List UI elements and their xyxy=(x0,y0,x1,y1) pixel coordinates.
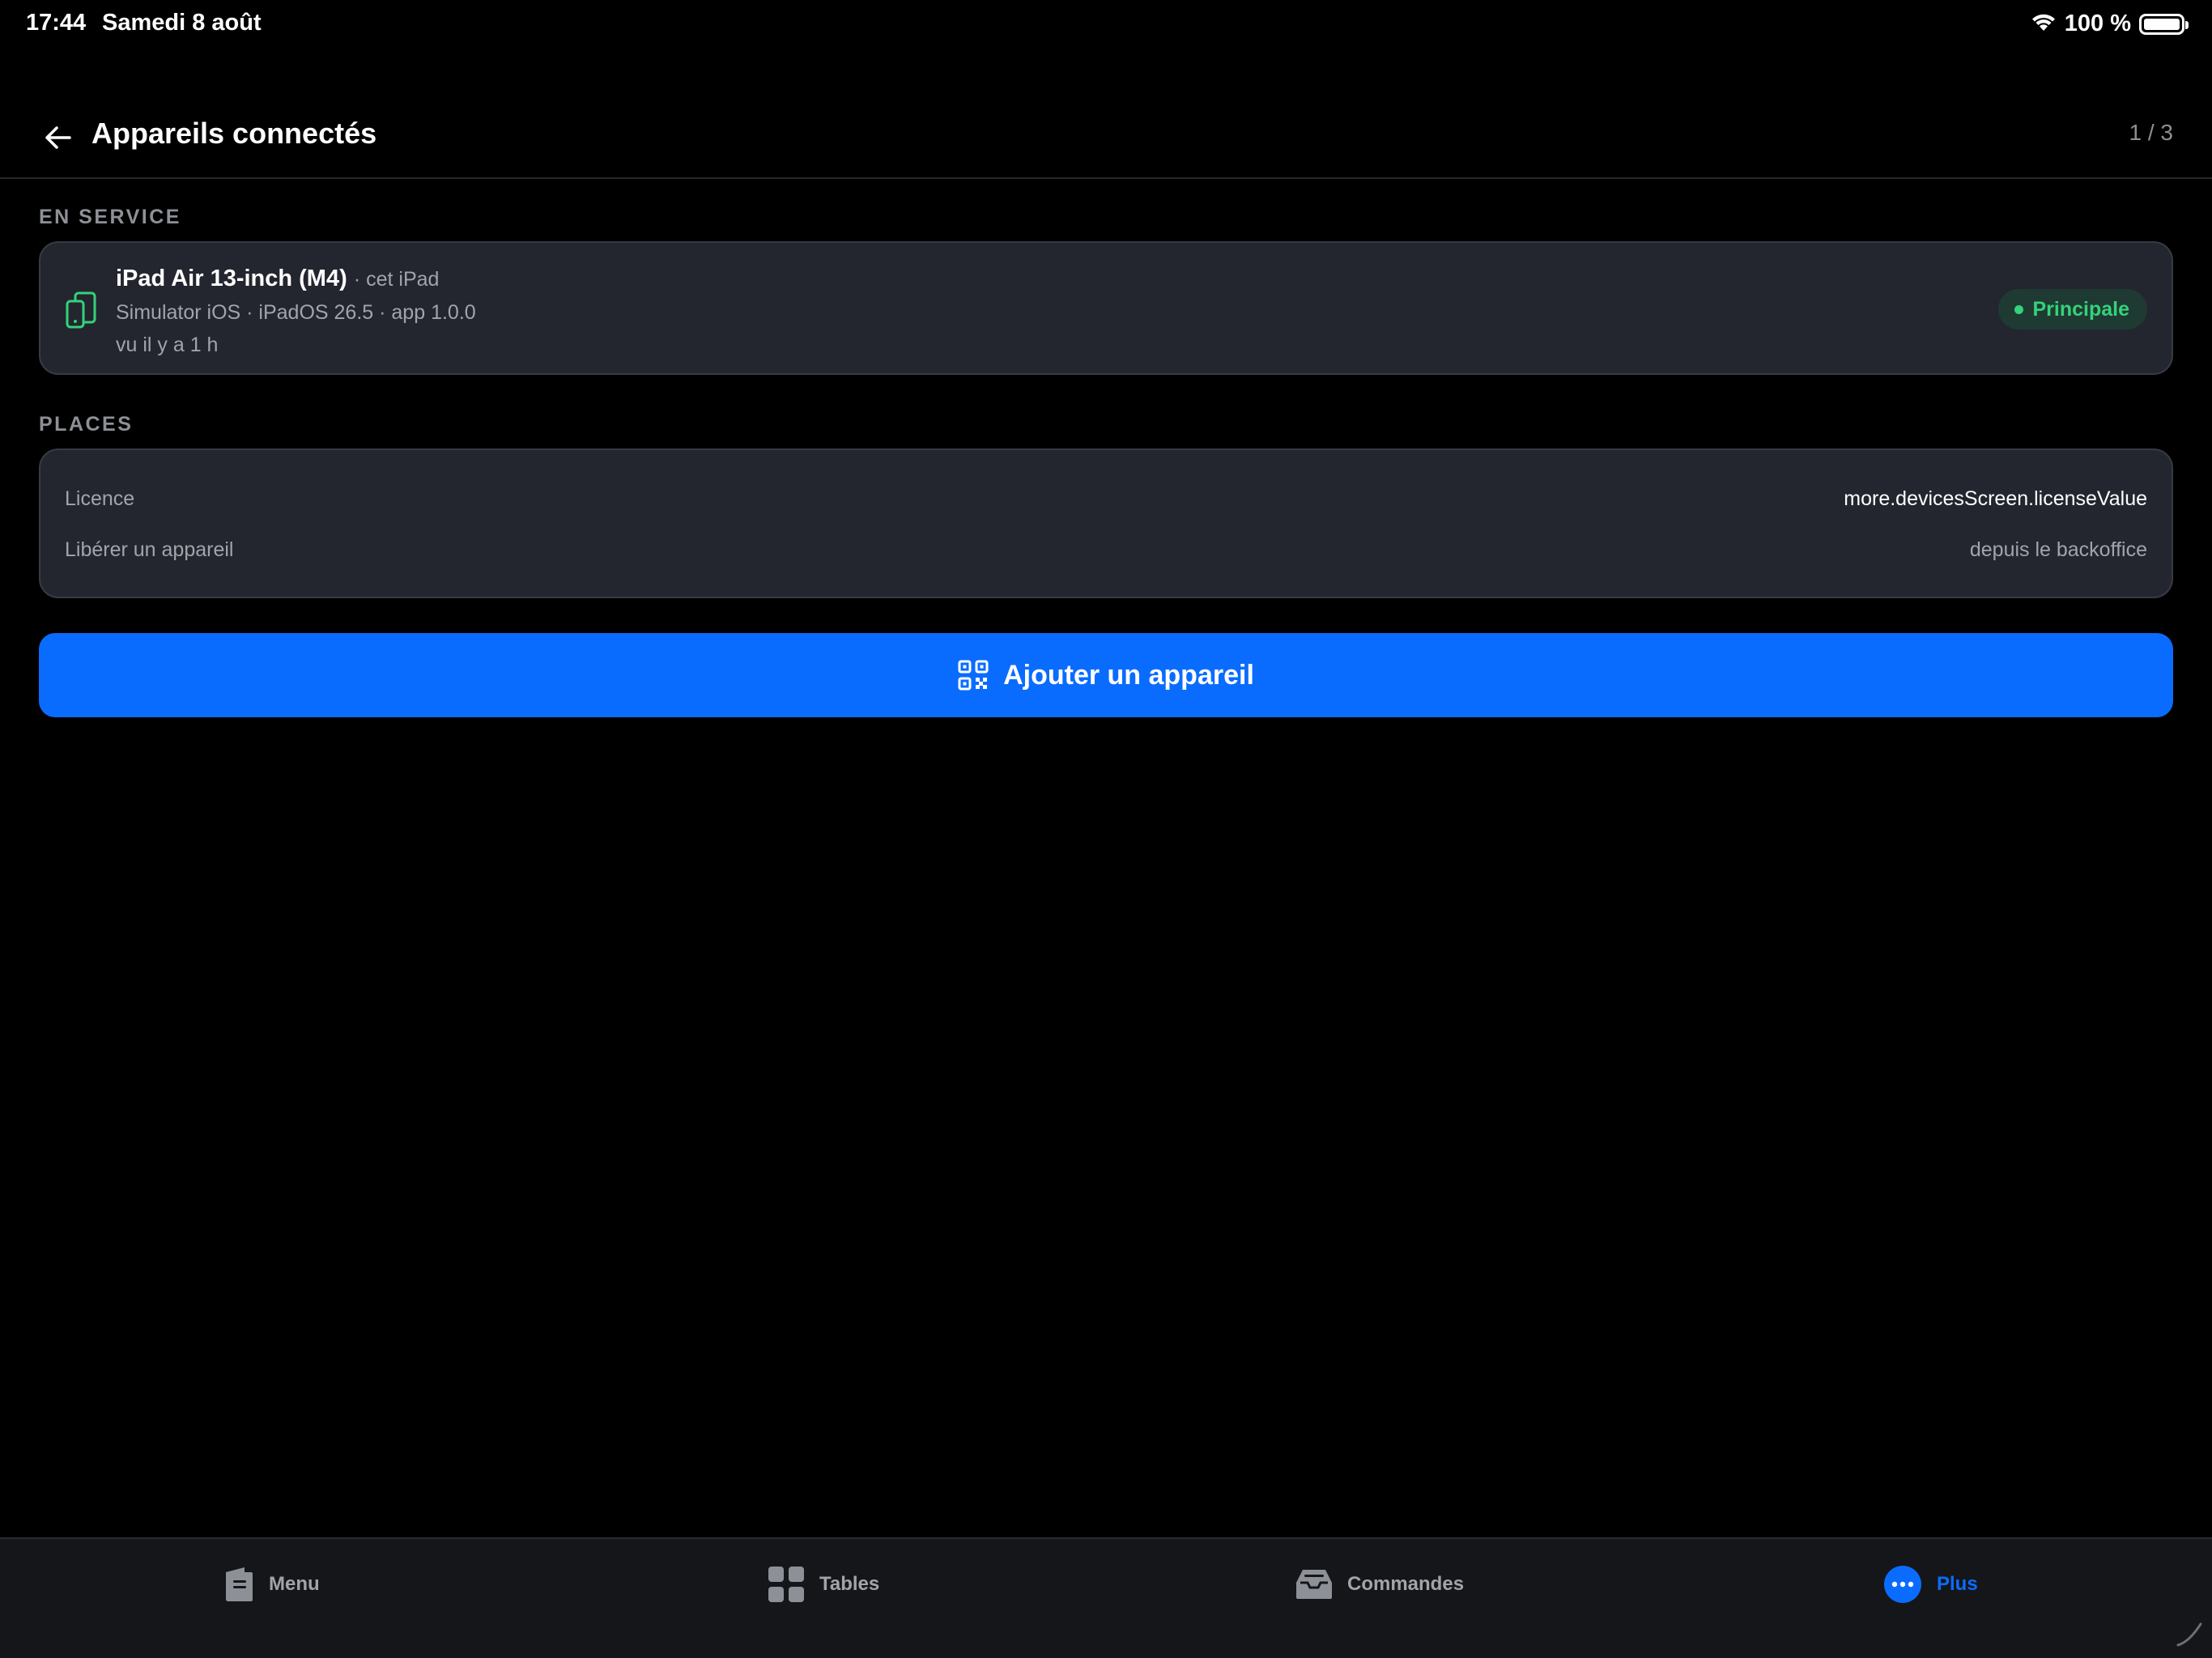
header: Appareils connectés 1 / 3 xyxy=(0,97,2212,178)
tab-commandes-label: Commandes xyxy=(1347,1573,1465,1595)
more-dots-icon xyxy=(1884,1566,1921,1603)
arrow-left-icon xyxy=(45,126,71,149)
tab-tables[interactable]: Tables xyxy=(768,1562,879,1607)
qr-code-icon xyxy=(958,660,989,691)
tab-plus-label: Plus xyxy=(1937,1573,1978,1595)
battery-percentage: 100 % xyxy=(2064,11,2131,36)
device-name-line: iPad Air 13-inch (M4) · cet iPad xyxy=(116,266,439,292)
badge-label: Principale xyxy=(2032,297,2130,321)
devices-icon xyxy=(66,291,96,329)
release-device-value: depuis le backoffice xyxy=(1969,538,2147,561)
device-card[interactable]: iPad Air 13-inch (M4) · cet iPad Simulat… xyxy=(39,241,2173,375)
add-device-button[interactable]: Ajouter un appareil xyxy=(39,633,2173,717)
pencil-stroke-icon xyxy=(2176,1622,2202,1647)
device-name: iPad Air 13-inch (M4) xyxy=(116,266,347,291)
inbox-icon xyxy=(1296,1570,1332,1599)
tab-menu[interactable]: Menu xyxy=(223,1562,320,1607)
menu-book-icon xyxy=(226,1567,253,1601)
page-counter: 1 / 3 xyxy=(2129,120,2173,145)
section-label-in-service: EN SERVICE xyxy=(39,206,181,228)
status-date: Samedi 8 août xyxy=(102,10,262,36)
grid-icon xyxy=(768,1567,804,1602)
tab-bar: Menu Tables Commandes Plus xyxy=(0,1537,2212,1658)
release-device-label: Libérer un appareil xyxy=(65,538,234,561)
status-bar: 17:44 Samedi 8 août 100 % xyxy=(0,0,2212,52)
wifi-icon xyxy=(2031,11,2057,36)
badge-dot-icon xyxy=(2014,304,2023,314)
battery-icon xyxy=(2139,13,2189,35)
tab-plus[interactable]: Plus xyxy=(1883,1562,1978,1607)
license-label: Licence xyxy=(65,487,135,510)
this-device-label: · cet iPad xyxy=(353,268,440,291)
places-card: Licence more.devicesScreen.licenseValue … xyxy=(39,449,2173,598)
status-right: 100 % xyxy=(2031,11,2189,37)
back-button[interactable] xyxy=(36,115,81,160)
tab-menu-label: Menu xyxy=(269,1573,320,1595)
section-label-places: PLACES xyxy=(39,413,134,436)
header-divider xyxy=(0,177,2212,179)
add-device-label: Ajouter un appareil xyxy=(1003,659,1254,691)
license-value: more.devicesScreen.licenseValue xyxy=(1844,487,2147,510)
device-last-seen: vu il y a 1 h xyxy=(116,334,219,356)
status-time: 17:44 xyxy=(26,10,87,36)
device-meta: Simulator iOS · iPadOS 26.5 · app 1.0.0 xyxy=(116,301,476,324)
page-title: Appareils connectés xyxy=(91,117,377,150)
tab-commandes[interactable]: Commandes xyxy=(1295,1562,1464,1607)
status-badge: Principale xyxy=(1997,289,2147,329)
tab-tables-label: Tables xyxy=(819,1573,880,1595)
